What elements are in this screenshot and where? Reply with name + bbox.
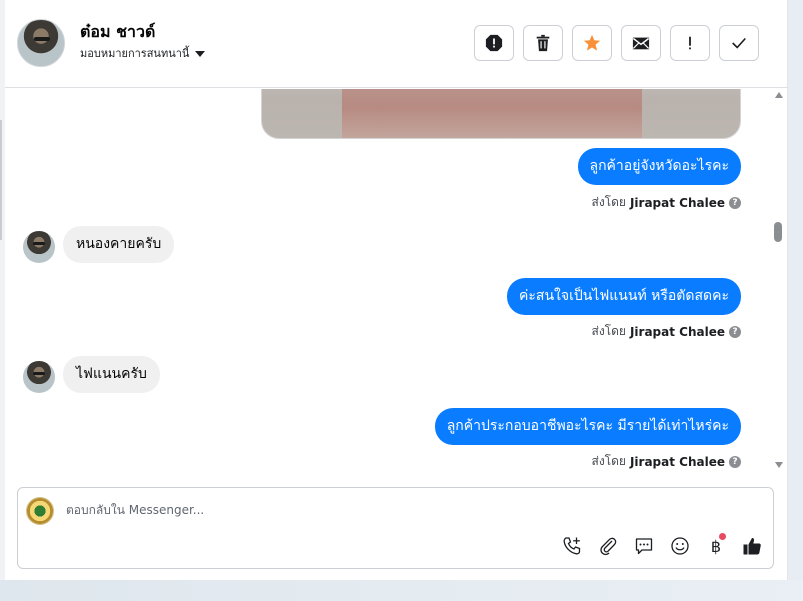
assign-conversation-dropdown[interactable]: มอบหมายการสนทนานี้ bbox=[80, 44, 206, 62]
outgoing-message[interactable]: ลูกค้าประกอบอาชีพอะไรคะ มีรายได้เท่าไหร่… bbox=[434, 408, 741, 445]
like-button[interactable] bbox=[741, 535, 763, 557]
sender-name: Jirapat Chalee bbox=[629, 324, 725, 339]
mark-unread-button[interactable] bbox=[621, 25, 661, 61]
page-avatar bbox=[26, 497, 54, 525]
conversation-panel: ต๋อม ชาวด์ มอบหมายการสนทนานี้ ลูกค้าอยู่… bbox=[5, 0, 788, 580]
thumbs-up-icon bbox=[743, 538, 761, 555]
attach-file-button[interactable] bbox=[597, 535, 619, 557]
reply-input[interactable] bbox=[66, 503, 626, 517]
contact-avatar-small bbox=[23, 231, 55, 263]
sent-by-prefix: ส่งโดย bbox=[591, 195, 626, 209]
outgoing-message[interactable]: ลูกค้าอยู่จังหวัดอะไรคะ bbox=[577, 148, 741, 185]
mark-spam-button[interactable] bbox=[474, 25, 514, 61]
checkmark-icon bbox=[732, 37, 746, 49]
emoji-button[interactable] bbox=[669, 535, 691, 557]
incoming-message[interactable]: ไฟแนนครับ bbox=[63, 356, 160, 393]
sent-by-label: ส่งโดย Jirapat Chalee ? bbox=[591, 193, 741, 212]
contact-avatar[interactable] bbox=[17, 19, 65, 67]
alert-octagon-icon bbox=[485, 34, 503, 52]
delete-button[interactable] bbox=[523, 25, 563, 61]
help-icon[interactable]: ? bbox=[729, 196, 741, 209]
sent-by-label: ส่งโดย Jirapat Chalee ? bbox=[591, 322, 741, 341]
scroll-down-arrow[interactable] bbox=[775, 462, 783, 468]
sender-name: Jirapat Chalee bbox=[629, 195, 725, 210]
scrollbar-thumb[interactable] bbox=[774, 222, 782, 242]
paperclip-icon bbox=[600, 537, 617, 556]
phone-plus-icon bbox=[563, 537, 581, 555]
payment-button[interactable]: ฿ bbox=[705, 533, 727, 557]
sent-by-label: ส่งโดย Jirapat Chalee ? bbox=[591, 452, 741, 471]
contact-avatar-small bbox=[23, 361, 55, 393]
message-thread[interactable]: ลูกค้าอยู่จังหวัดอะไรคะ ส่งโดย Jirapat C… bbox=[5, 89, 788, 477]
smiley-icon bbox=[671, 537, 689, 555]
notification-dot bbox=[719, 533, 726, 540]
call-button[interactable] bbox=[561, 535, 583, 557]
left-edge-divider bbox=[0, 120, 2, 240]
exclamation-icon bbox=[689, 36, 691, 50]
right-gutter bbox=[788, 0, 803, 580]
help-icon[interactable]: ? bbox=[729, 325, 741, 338]
shared-photo-attachment[interactable] bbox=[261, 89, 741, 139]
scroll-up-arrow[interactable] bbox=[775, 92, 783, 98]
outgoing-message[interactable]: ค่ะสนใจเป็นไฟแนนท์ หรือตัดสดคะ bbox=[507, 278, 741, 315]
trash-icon bbox=[536, 34, 550, 52]
sent-by-prefix: ส่งโดย bbox=[591, 454, 626, 468]
follow-up-button[interactable] bbox=[670, 25, 710, 61]
sender-name: Jirapat Chalee bbox=[629, 454, 725, 469]
header-actions bbox=[474, 25, 759, 61]
chat-bubble-icon bbox=[635, 538, 653, 555]
saved-replies-button[interactable] bbox=[633, 535, 655, 557]
assign-label: มอบหมายการสนทนานี้ bbox=[80, 47, 190, 60]
conversation-header: ต๋อม ชาวด์ มอบหมายการสนทนานี้ bbox=[5, 0, 788, 88]
help-icon[interactable]: ? bbox=[729, 455, 741, 468]
mark-done-button[interactable] bbox=[719, 25, 759, 61]
star-button[interactable] bbox=[572, 25, 612, 61]
composer-tools: ฿ bbox=[561, 533, 763, 557]
contact-name[interactable]: ต๋อม ชาวด์ bbox=[80, 20, 155, 45]
message-composer: ฿ bbox=[17, 487, 774, 569]
sent-by-prefix: ส่งโดย bbox=[591, 324, 626, 338]
bottom-gutter bbox=[0, 580, 803, 601]
caret-down-icon bbox=[195, 50, 206, 57]
incoming-message[interactable]: หนองคายครับ bbox=[63, 226, 175, 263]
envelope-icon bbox=[632, 37, 650, 50]
star-icon bbox=[583, 34, 601, 51]
